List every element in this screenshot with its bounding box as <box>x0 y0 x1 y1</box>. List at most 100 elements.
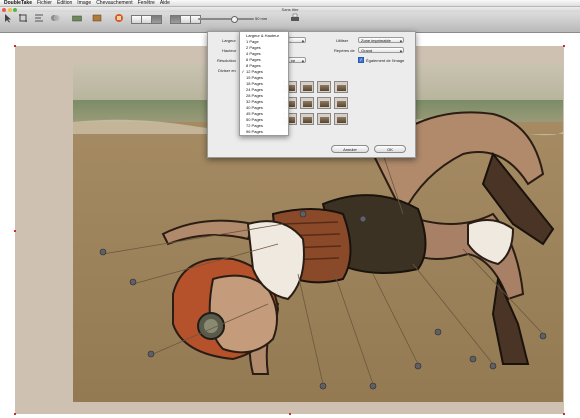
menu-item-label: 4 Pages <box>246 51 261 56</box>
diviser-label: Diviser en <box>218 68 236 73</box>
menu-item-label: 8 Pages <box>246 63 261 68</box>
menu-image[interactable]: Image <box>77 0 91 6</box>
layout-mode-control[interactable] <box>170 15 201 24</box>
menu-item-label: 2 Pages <box>246 45 261 50</box>
menu-chevauchement[interactable]: Chevauchement <box>96 0 132 6</box>
menu-item-label: 1 Page <box>246 39 259 44</box>
toolbar-export-tool[interactable] <box>114 13 124 31</box>
menu-item-label: 24 Pages <box>246 87 263 92</box>
menu-item-label: 50 Pages <box>246 117 263 122</box>
export-icon <box>115 14 123 22</box>
zoom-slider-knob[interactable] <box>231 16 238 23</box>
menu-item-96-pages[interactable]: 96 Pages <box>240 129 288 134</box>
view-grid-button[interactable] <box>151 15 162 24</box>
menu-item-6-pages[interactable]: 6 Pages <box>240 57 288 62</box>
page-thumbnail <box>317 81 331 93</box>
menu-item-label: 96 Pages <box>246 129 263 134</box>
menu-item-18-pages[interactable]: 18 Pages <box>240 81 288 86</box>
utiliser-value: Zone imprimable <box>361 38 391 43</box>
cancel-button[interactable]: Annuler <box>331 145 369 153</box>
hauteur-label: Hauteur <box>222 48 237 53</box>
menu-item-8-pages[interactable]: 8 Pages <box>240 63 288 68</box>
zoom-slider[interactable] <box>198 16 254 23</box>
egalement-checkbox-row[interactable]: ✓ Également de l'image <box>358 57 404 63</box>
chevron-down-icon: ◆ <box>301 59 304 63</box>
reperes-label: Repères de <box>334 48 355 53</box>
toolbar: 50 mm <box>0 12 580 33</box>
toolbar-crop-tool[interactable] <box>18 13 28 31</box>
view-mode-control[interactable] <box>131 15 162 24</box>
menu-aide[interactable]: Aide <box>160 0 170 6</box>
menu-item-label: 28 Pages <box>246 93 263 98</box>
crop-mark-top-right <box>563 45 565 47</box>
reperes-value: Grand <box>361 48 373 53</box>
menu-item-2-pages[interactable]: 2 Pages <box>240 45 288 50</box>
resolution-label: Résolution <box>217 58 236 63</box>
menu-item-label: 40 Pages <box>246 105 263 110</box>
crop-mark-bottom-left <box>14 413 16 415</box>
menu-item-32-pages[interactable]: 32 Pages <box>240 99 288 104</box>
stepper-icon: ◆ <box>301 39 304 43</box>
utiliser-label: Utiliser <box>336 38 349 43</box>
crop-mark-middle-left <box>14 230 16 232</box>
menu-item-45-pages[interactable]: 45 Pages <box>240 111 288 116</box>
largeur-stepper[interactable]: ◆ <box>288 37 306 43</box>
menu-item-72-pages[interactable]: 72 Pages <box>240 123 288 128</box>
toolbar-align-tool[interactable] <box>34 13 44 31</box>
blend-icon <box>51 15 60 21</box>
menu-item-label: 72 Pages <box>246 123 263 128</box>
align-icon <box>35 14 43 22</box>
menu-item-24-pages[interactable]: 24 Pages <box>240 87 288 92</box>
menu-item-label: 12 Pages <box>246 69 263 74</box>
menu-edition[interactable]: Edition <box>57 0 72 6</box>
egalement-checkbox[interactable]: ✓ <box>358 57 364 63</box>
toolbar-panorama-tool[interactable] <box>72 13 82 31</box>
page-preview-grid <box>283 81 353 141</box>
photo-icon <box>92 14 102 22</box>
chevron-down-icon: ◆ <box>399 49 402 53</box>
menu-item-40-pages[interactable]: 40 Pages <box>240 105 288 110</box>
divide-pages-menu: Largeur & Hauteur 1 Page 2 Pages 4 Pages… <box>239 31 289 136</box>
page-thumbnail <box>334 113 348 125</box>
menu-item-label: 15 Pages <box>246 75 263 80</box>
crop-mark-bottom-right <box>563 413 565 415</box>
resolution-unit-popup[interactable]: ce ◆ <box>288 57 306 63</box>
menu-item-28-pages[interactable]: 28 Pages <box>240 93 288 98</box>
menu-item-width-height[interactable]: Largeur & Hauteur <box>240 33 288 38</box>
menu-item-label: 45 Pages <box>246 111 263 116</box>
menu-bar: DoubleTake Fichier Edition Image Chevauc… <box>0 0 580 7</box>
menu-item-4-pages[interactable]: 4 Pages <box>240 51 288 56</box>
page-thumbnail <box>317 113 331 125</box>
chevron-down-icon: ◆ <box>399 39 402 43</box>
panorama-icon <box>72 15 82 22</box>
reperes-popup[interactable]: Grand ◆ <box>358 47 404 53</box>
ok-button[interactable]: OK <box>374 145 406 153</box>
menu-item-label: 18 Pages <box>246 81 263 86</box>
app-menu[interactable]: DoubleTake <box>4 0 32 6</box>
menu-item-label: 32 Pages <box>246 99 263 104</box>
utiliser-popup[interactable]: Zone imprimable ◆ <box>358 37 404 43</box>
menu-item-50-pages[interactable]: 50 Pages <box>240 117 288 122</box>
page-thumbnail <box>300 113 314 125</box>
arrow-icon <box>5 14 11 23</box>
menu-item-label: 6 Pages <box>246 57 261 62</box>
print-icon <box>291 13 299 21</box>
page-thumbnail <box>300 81 314 93</box>
toolbar-blend-tool[interactable] <box>50 13 60 31</box>
largeur-label: Largeur <box>222 38 236 43</box>
menu-fichier[interactable]: Fichier <box>37 0 52 6</box>
menu-item-12-pages[interactable]: ✓12 Pages <box>240 69 288 74</box>
crop-icon <box>19 14 27 22</box>
menu-item-1-page[interactable]: 1 Page <box>240 39 288 44</box>
page-thumbnail <box>317 97 331 109</box>
crop-mark-top-left <box>14 45 16 47</box>
crop-mark-bottom-center <box>289 413 291 415</box>
toolbar-photo-tool[interactable] <box>92 13 102 31</box>
menu-fenetre[interactable]: Fenêtre <box>138 0 155 6</box>
menu-item-15-pages[interactable]: 15 Pages <box>240 75 288 80</box>
toolbar-print-tool[interactable] <box>290 13 300 31</box>
egalement-label: Également de l'image <box>366 57 405 63</box>
menu-item-label: Largeur & Hauteur <box>246 33 279 38</box>
zoom-unit-readout: 50 mm <box>255 16 268 21</box>
toolbar-selection-tool[interactable] <box>3 13 13 31</box>
